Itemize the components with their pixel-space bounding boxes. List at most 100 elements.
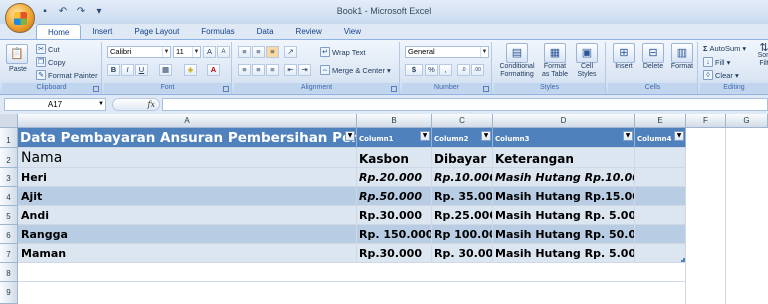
dialog-launcher-icon[interactable] (223, 86, 229, 92)
cell-e3[interactable] (635, 168, 686, 187)
cell-b7[interactable]: Rp.30.000 (357, 244, 432, 263)
fill-button[interactable]: ↓ Fill ▾ (703, 57, 730, 67)
filter-dropdown-icon[interactable]: ▼ (420, 131, 430, 141)
font-name-select[interactable]: Calibri ▼ (107, 46, 171, 58)
align-left-icon[interactable]: ≡ (238, 64, 251, 76)
tab-home[interactable]: Home (36, 24, 82, 40)
cell-c3[interactable]: Rp.10.000 (432, 168, 493, 187)
tab-formulas[interactable]: Formulas (190, 24, 245, 40)
comma-button[interactable]: , (439, 64, 452, 76)
bold-button[interactable]: B (107, 64, 120, 76)
cell-c5[interactable]: Rp.25.000 (432, 206, 493, 225)
filter-dropdown-icon[interactable]: ▼ (674, 131, 684, 141)
column-header-f[interactable]: F (686, 114, 726, 128)
column-header-e[interactable]: E (635, 114, 686, 128)
cell-b6[interactable]: Rp. 150.000 (357, 225, 432, 244)
align-center-icon[interactable]: ≡ (252, 64, 265, 76)
increase-indent-icon[interactable]: ⇥ (298, 64, 311, 76)
filter-dropdown-icon[interactable]: ▼ (481, 131, 491, 141)
tab-page-layout[interactable]: Page Layout (123, 24, 190, 40)
row-header-9[interactable]: 9 (0, 282, 18, 304)
paste-button[interactable]: 📋 Paste (6, 44, 30, 74)
dialog-launcher-icon[interactable] (483, 86, 489, 92)
column-g-cells[interactable] (726, 128, 768, 304)
column-f-cells[interactable] (686, 128, 726, 304)
cell-c6[interactable]: Rp 100.000 (432, 225, 493, 244)
insert-cells-button[interactable]: ⊞ Insert (610, 43, 638, 71)
filter-dropdown-icon[interactable]: ▼ (623, 131, 633, 141)
font-size-select[interactable]: 11 ▼ (173, 46, 201, 58)
table-title-cell[interactable]: Data Pembayaran Ansuran Pembersihan Pere… (18, 128, 357, 148)
formula-input[interactable] (162, 98, 768, 111)
row-header-1[interactable]: 1 (0, 128, 18, 148)
orientation-icon[interactable]: ↗ (284, 46, 297, 58)
cut-button[interactable]: ✂ Cut (36, 44, 60, 54)
header-column1[interactable]: Column1 ▼ (357, 128, 432, 148)
row-header-8[interactable]: 8 (0, 263, 18, 282)
font-color-icon[interactable]: A (207, 64, 220, 76)
row-header-5[interactable]: 5 (0, 206, 18, 225)
row-header-3[interactable]: 3 (0, 168, 18, 187)
column-header-a[interactable]: A (18, 114, 357, 128)
cell-e4[interactable] (635, 187, 686, 206)
cell-e5[interactable] (635, 206, 686, 225)
cell-d3[interactable]: Masih Hutang Rp.10.000 (493, 168, 635, 187)
dialog-launcher-icon[interactable] (93, 86, 99, 92)
row-header-2[interactable]: 2 (0, 148, 18, 168)
cell-c4[interactable]: Rp. 35.000 (432, 187, 493, 206)
cell-d6[interactable]: Masih Hutang Rp. 50.000 (493, 225, 635, 244)
dialog-launcher-icon[interactable] (391, 86, 397, 92)
tab-view[interactable]: View (333, 24, 372, 40)
cell-e2[interactable] (635, 148, 686, 168)
align-top-icon[interactable]: ≡ (238, 46, 251, 58)
column-header-b[interactable]: B (357, 114, 432, 128)
autosum-button[interactable]: Σ AutoSum ▾ (703, 44, 746, 53)
select-all-corner[interactable] (0, 114, 18, 128)
merge-center-button[interactable]: ⇔ Merge & Center ▾ (320, 65, 391, 75)
align-middle-icon[interactable]: ≡ (252, 46, 265, 58)
currency-button[interactable]: $ (405, 64, 423, 76)
format-cells-button[interactable]: ▥ Format (668, 43, 696, 71)
row-9-cells[interactable] (18, 282, 686, 304)
copy-button[interactable]: ❐ Copy (36, 57, 66, 67)
italic-button[interactable]: I (121, 64, 134, 76)
column-header-g[interactable]: G (726, 114, 768, 128)
grow-font-icon[interactable]: A (203, 46, 216, 58)
cell-c2[interactable]: Dibayar (432, 148, 493, 168)
sort-filter-button[interactable]: ⇅ Sort Filt (754, 43, 768, 68)
conditional-formatting-button[interactable]: ▤ Conditional Formatting (496, 43, 538, 79)
underline-button[interactable]: U (135, 64, 148, 76)
delete-cells-button[interactable]: ⊟ Delete (639, 43, 667, 71)
cell-e6[interactable] (635, 225, 686, 244)
increase-decimal-icon[interactable]: .0 (457, 64, 470, 76)
number-format-select[interactable]: General ▼ (405, 46, 489, 58)
office-button[interactable] (5, 3, 35, 33)
filter-dropdown-icon[interactable]: ▼ (345, 131, 355, 141)
format-painter-button[interactable]: ✎ Format Painter (36, 70, 98, 80)
cell-a3[interactable]: Heri (18, 168, 357, 187)
header-column2[interactable]: Column2 ▼ (432, 128, 493, 148)
cell-styles-button[interactable]: ▣ Cell Styles (572, 43, 602, 79)
table-resize-handle-icon[interactable] (681, 258, 685, 262)
row-header-7[interactable]: 7 (0, 244, 18, 263)
cell-e7[interactable] (635, 244, 686, 263)
cell-a4[interactable]: Ajit (18, 187, 357, 206)
cell-a5[interactable]: Andi (18, 206, 357, 225)
cell-c7[interactable]: Rp. 30.000 (432, 244, 493, 263)
cell-b5[interactable]: Rp.30.000 (357, 206, 432, 225)
row-8-cells[interactable] (18, 263, 686, 282)
cell-a2[interactable]: Nama (18, 148, 357, 168)
cell-d2[interactable]: Keterangan (493, 148, 635, 168)
clear-button[interactable]: ◊ Clear ▾ (703, 70, 739, 80)
cell-b3[interactable]: Rp.20.000 (357, 168, 432, 187)
align-right-icon[interactable]: ≡ (266, 64, 279, 76)
header-column4[interactable]: Column4 ▼ (635, 128, 686, 148)
column-header-c[interactable]: C (432, 114, 493, 128)
cell-a6[interactable]: Rangga (18, 225, 357, 244)
wrap-text-button[interactable]: ↵ Wrap Text (320, 47, 366, 57)
cell-d5[interactable]: Masih Hutang Rp. 5.000 (493, 206, 635, 225)
name-box[interactable]: A17 ▼ (4, 98, 106, 111)
column-header-d[interactable]: D (493, 114, 635, 128)
insert-function-button[interactable]: fx (112, 98, 160, 111)
row-header-4[interactable]: 4 (0, 187, 18, 206)
